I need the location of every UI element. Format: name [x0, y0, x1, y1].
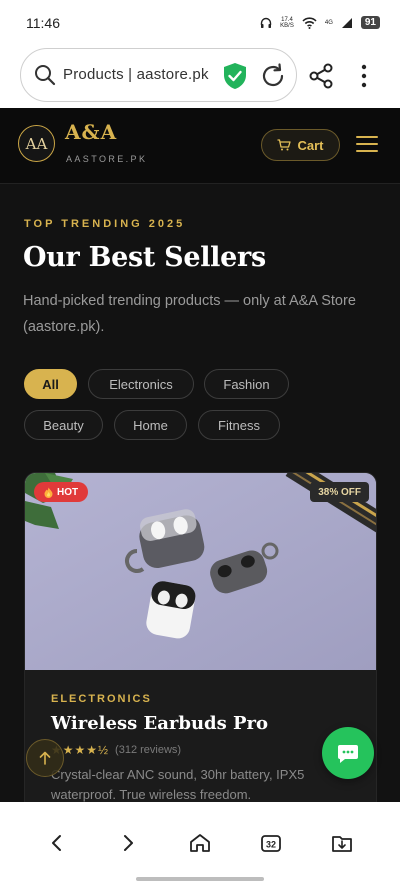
- svg-text:32: 32: [266, 840, 276, 850]
- filter-chip-beauty[interactable]: Beauty: [24, 410, 103, 440]
- search-icon: [35, 65, 56, 86]
- tabs-icon: 32: [261, 835, 281, 852]
- browser-bottom-nav: 32: [0, 802, 400, 888]
- brand-domain: AASTORE.PK: [66, 154, 148, 164]
- filter-chip-home[interactable]: Home: [114, 410, 187, 440]
- browser-toolbar: Products | aastore.pk: [0, 42, 400, 108]
- signal-type: 4G: [324, 19, 333, 26]
- back-button[interactable]: [44, 830, 70, 856]
- home-icon: [190, 834, 210, 852]
- cart-label: Cart: [297, 137, 324, 153]
- wifi-icon: [302, 16, 317, 29]
- filter-chip-fashion[interactable]: Fashion: [204, 369, 289, 399]
- share-icon[interactable]: [307, 62, 335, 90]
- arrow-up-icon: [39, 751, 51, 765]
- scroll-to-top-button[interactable]: [26, 739, 64, 777]
- hamburger-menu-icon[interactable]: [356, 136, 378, 154]
- battery-indicator: 91: [360, 16, 380, 29]
- url-text[interactable]: Products | aastore.pk: [63, 66, 237, 83]
- headset-icon: [260, 17, 272, 28]
- fire-icon: [44, 487, 53, 498]
- home-button[interactable]: [187, 830, 213, 856]
- tabs-button[interactable]: 32: [258, 830, 284, 856]
- review-count: (312 reviews): [115, 744, 182, 756]
- status-bar: 11:46 17.4 KB/S 4G 91: [0, 0, 400, 42]
- chevron-left-icon: [52, 835, 61, 851]
- chat-bubble-icon: [338, 745, 358, 763]
- gesture-home-indicator[interactable]: [136, 877, 264, 881]
- filter-chip-fitness[interactable]: Fitness: [198, 410, 280, 440]
- product-category: ELECTRONICS: [51, 693, 152, 705]
- product-description: Crystal-clear ANC sound, 30hr battery, I…: [51, 767, 305, 802]
- signal-icon: [341, 17, 352, 28]
- site-header: AA A&A AASTORE.PK Cart: [0, 108, 400, 184]
- hot-label: HOT: [57, 486, 79, 498]
- page-description: Hand-picked trending products — only at …: [23, 293, 356, 335]
- filter-chip-electronics[interactable]: Electronics: [88, 369, 194, 399]
- more-options-icon[interactable]: [356, 62, 372, 90]
- product-image[interactable]: HOT 38% OFF: [25, 473, 376, 670]
- cart-icon: [277, 139, 292, 151]
- product-name[interactable]: Wireless Earbuds Pro: [51, 713, 268, 734]
- web-page: AA A&A AASTORE.PK Cart TOP TRENDING 2025…: [0, 108, 400, 802]
- address-bar[interactable]: Products | aastore.pk: [20, 48, 297, 102]
- chevron-right-icon: [124, 835, 133, 851]
- status-icons: 17.4 KB/S 4G 91: [260, 16, 380, 29]
- downloads-button[interactable]: [329, 830, 355, 856]
- status-time: 11:46: [26, 15, 60, 31]
- page-title: Our Best Sellers: [23, 242, 266, 273]
- earbuds-illustration: [25, 473, 376, 670]
- brand-logo[interactable]: AA: [18, 125, 55, 162]
- reload-icon[interactable]: [259, 62, 287, 90]
- shield-check-icon[interactable]: [222, 62, 248, 90]
- whatsapp-chat-button[interactable]: [322, 727, 374, 779]
- cart-button[interactable]: Cart: [261, 129, 340, 161]
- brand-name[interactable]: A&A: [65, 120, 117, 144]
- product-rating: ★★★★½ (312 reviews): [51, 743, 181, 757]
- net-speed: 17.4 KB/S: [280, 16, 294, 29]
- download-folder-icon: [332, 836, 352, 852]
- filter-chip-all[interactable]: All: [24, 369, 77, 399]
- section-eyebrow: TOP TRENDING 2025: [24, 218, 186, 230]
- forward-button[interactable]: [115, 830, 141, 856]
- hot-badge: HOT: [34, 482, 89, 502]
- discount-badge: 38% OFF: [310, 482, 369, 502]
